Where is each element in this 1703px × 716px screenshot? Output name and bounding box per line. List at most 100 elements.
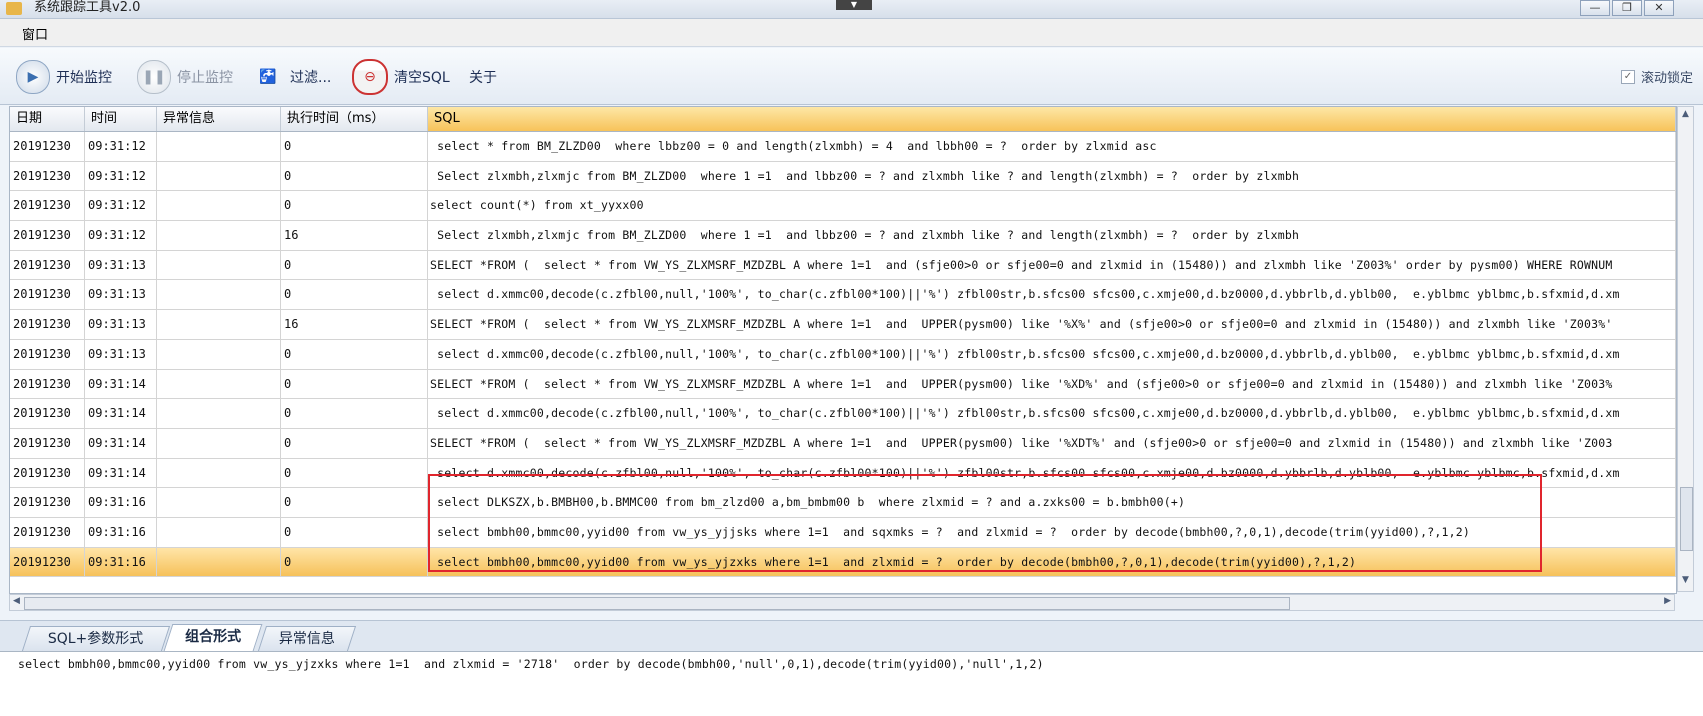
scroll-up-arrow-icon[interactable]: ▲ — [1678, 109, 1693, 123]
cell-time: 09:31:12 — [85, 132, 157, 161]
cell-time: 09:31:14 — [85, 428, 157, 458]
horizontal-scrollbar[interactable]: ◀ ▶ — [9, 594, 1675, 611]
cell-exec-time: 0 — [281, 132, 428, 161]
table-row[interactable]: 20191230 09:31:12 0 select count(*) from xt… — [10, 191, 1676, 222]
toolbar: ▶ 开始监控 ❚❚ 停止监控 🚰 过滤... ⊖ 清空SQL 关于 — [0, 48, 1703, 105]
cell-exception — [157, 517, 281, 547]
cell-date: 20191230 — [10, 310, 85, 339]
table-row[interactable]: 20191230 09:31:14 0 SELECT *FROM ( select *… — [10, 428, 1676, 459]
table-row[interactable]: 20191230 09:31:12 0 Select zlxmbh,zlxmjc f… — [10, 161, 1676, 192]
cell-exec-time: 0 — [281, 369, 428, 399]
cell-exception — [157, 547, 281, 577]
cell-sql: select d.xmmc00,decode(c.zfbl00,null,'10… — [428, 339, 1676, 369]
cell-time: 09:31:12 — [85, 191, 157, 221]
scroll-lock-checkbox[interactable]: ✓ — [1620, 69, 1635, 84]
cell-date: 20191230 — [10, 399, 85, 428]
app-icon — [6, 2, 22, 15]
cell-exception — [157, 310, 281, 339]
filter-label: 过滤... — [290, 70, 332, 86]
sql-detail-panel[interactable]: select bmbh00,bmmc00,yyid00 from vw_ys_y… — [0, 651, 1703, 716]
table-row[interactable]: 20191230 09:31:14 0 SELECT *FROM ( select *… — [10, 369, 1676, 400]
clear-sql-label: 清空SQL — [394, 70, 450, 86]
header-sql[interactable]: SQL — [428, 107, 1676, 131]
tab-exception-label: 异常信息 — [278, 631, 335, 647]
cell-sql: SELECT *FROM ( select * from VW_YS_ZLXMS… — [428, 428, 1676, 458]
cell-date: 20191230 — [10, 191, 85, 221]
header-exception[interactable]: 异常信息 — [157, 107, 281, 131]
vertical-scrollbar[interactable]: ▲ ▼ — [1677, 106, 1694, 592]
combined-sql-text[interactable]: select bmbh00,bmmc00,yyid00 from vw_ys_y… — [18, 657, 1044, 671]
minimize-button[interactable]: — — [1580, 0, 1610, 16]
cell-date: 20191230 — [10, 280, 85, 310]
cell-exception — [157, 280, 281, 310]
cell-exception — [157, 132, 281, 161]
cell-time: 09:31:13 — [85, 339, 157, 369]
stop-monitor-button[interactable]: ❚❚ 停止监控 — [137, 60, 233, 94]
cell-time: 09:31:12 — [85, 161, 157, 191]
table-row[interactable]: 20191230 09:31:13 0 SELECT *FROM ( select *… — [10, 250, 1676, 281]
scroll-right-arrow-icon[interactable]: ▶ — [1664, 596, 1671, 606]
table-row[interactable]: 20191230 09:31:13 16 SELECT *FROM ( select … — [10, 310, 1676, 340]
tab-exception[interactable]: 异常信息 — [257, 626, 357, 651]
cell-date: 20191230 — [10, 132, 85, 161]
header-time[interactable]: 时间 — [85, 107, 157, 131]
chevron-down-icon[interactable]: ▼ — [836, 0, 872, 10]
tab-combined[interactable]: 组合形式 — [163, 624, 263, 651]
window-title: 系统跟踪工具v2.0 — [34, 0, 141, 15]
play-icon: ▶ — [16, 60, 50, 94]
cell-sql: select d.xmmc00,decode(c.zfbl00,null,'10… — [428, 399, 1676, 428]
cell-time: 09:31:13 — [85, 250, 157, 280]
cell-date: 20191230 — [10, 428, 85, 458]
table-row[interactable]: 20191230 09:31:13 0 select d.xmmc00,decode… — [10, 280, 1676, 311]
cell-sql: SELECT *FROM ( select * from VW_YS_ZLXMS… — [428, 369, 1676, 399]
cell-exec-time: 0 — [281, 488, 428, 517]
cell-exec-time: 0 — [281, 280, 428, 310]
cell-exec-time: 0 — [281, 458, 428, 488]
cell-exec-time: 0 — [281, 161, 428, 191]
cell-exception — [157, 488, 281, 517]
cell-exception — [157, 250, 281, 280]
cell-exec-time: 16 — [281, 310, 428, 339]
tab-sql-params[interactable]: SQL+参数形式 — [21, 626, 171, 651]
menu-bar: 窗口 — [0, 19, 1703, 47]
restore-button[interactable]: ❐ — [1612, 0, 1642, 16]
header-exec-time[interactable]: 执行时间（ms） — [281, 107, 428, 131]
pause-icon: ❚❚ — [137, 60, 171, 94]
table-row[interactable]: 20191230 09:31:13 0 select d.xmmc00,decode… — [10, 339, 1676, 370]
cell-date: 20191230 — [10, 339, 85, 369]
horizontal-scroll-thumb[interactable] — [24, 597, 1290, 610]
table-row[interactable]: 20191230 09:31:12 0 select * from BM_ZLZD0… — [10, 132, 1676, 162]
table-header: 日期 时间 异常信息 执行时间（ms） SQL — [10, 107, 1676, 132]
cell-date: 20191230 — [10, 250, 85, 280]
cell-exec-time: 0 — [281, 517, 428, 547]
cell-time: 09:31:16 — [85, 517, 157, 547]
cell-sql: select d.xmmc00,decode(c.zfbl00,null,'10… — [428, 280, 1676, 310]
table-row[interactable]: 20191230 09:31:12 16 Select zlxmbh,zlxmjc … — [10, 221, 1676, 251]
cell-time: 09:31:16 — [85, 547, 157, 577]
scroll-lock-label: 滚动锁定 — [1640, 71, 1693, 86]
cell-exec-time: 0 — [281, 399, 428, 428]
cell-sql: Select zlxmbh,zlxmjc from BM_ZLZD00 wher… — [428, 161, 1676, 191]
menu-window[interactable]: 窗口 — [22, 24, 48, 43]
start-monitor-button[interactable]: ▶ 开始监控 — [16, 60, 112, 94]
scroll-down-arrow-icon[interactable]: ▼ — [1678, 575, 1693, 589]
about-button[interactable]: 关于 — [469, 62, 497, 92]
cell-date: 20191230 — [10, 488, 85, 517]
filter-button[interactable]: 🚰 过滤... — [252, 62, 331, 92]
cell-date: 20191230 — [10, 221, 85, 250]
cell-sql: SELECT *FROM ( select * from VW_YS_ZLXMS… — [428, 250, 1676, 280]
header-date[interactable]: 日期 — [10, 107, 85, 131]
scroll-left-arrow-icon[interactable]: ◀ — [13, 596, 20, 606]
cell-exec-time: 0 — [281, 250, 428, 280]
scroll-lock-toggle[interactable]: ✓ 滚动锁定 — [1620, 67, 1693, 86]
cell-exec-time: 0 — [281, 191, 428, 221]
cell-time: 09:31:13 — [85, 280, 157, 310]
cell-exec-time: 0 — [281, 547, 428, 577]
cell-exception — [157, 399, 281, 428]
clear-sql-button[interactable]: ⊖ 清空SQL — [352, 59, 450, 95]
vertical-scroll-thumb[interactable] — [1680, 487, 1693, 551]
cell-exception — [157, 369, 281, 399]
close-button[interactable]: ✕ — [1644, 0, 1674, 16]
cell-date: 20191230 — [10, 458, 85, 488]
table-row[interactable]: 20191230 09:31:14 0 select d.xmmc00,decode… — [10, 399, 1676, 429]
